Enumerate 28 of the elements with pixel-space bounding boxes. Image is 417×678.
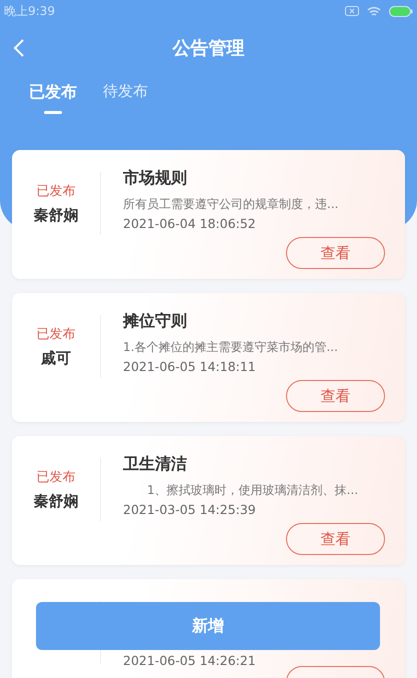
add-button[interactable]: 新增: [36, 602, 380, 650]
author-name: 秦舒娴: [34, 206, 78, 225]
status-time: 晚上9:39: [4, 2, 55, 20]
notice-date: 2021-06-05 14:26:21: [123, 653, 257, 668]
notice-title: 摊位守则: [123, 311, 188, 332]
view-button[interactable]: 查看: [286, 380, 385, 412]
notice-summary: 1.各个摊位的摊主需要遵守菜市场的管...: [123, 339, 339, 356]
status-label: 已发布: [36, 183, 76, 200]
view-button[interactable]: 查看: [286, 523, 385, 555]
notice-date: 2021-06-05 14:18:11: [123, 359, 257, 374]
author-name: 秦舒娴: [34, 492, 78, 511]
tab[interactable]: 已发布: [29, 82, 77, 122]
tab[interactable]: 待发布: [103, 82, 148, 122]
view-button[interactable]: 查看: [286, 237, 385, 269]
notice-date: 2021-06-04 18:06:52: [123, 216, 257, 231]
page-title: 公告管理: [172, 37, 244, 60]
back-icon[interactable]: [13, 38, 25, 58]
notice-date: 2021-03-05 14:25:39: [123, 502, 257, 517]
wifi-icon: [367, 6, 381, 16]
status-label: 已发布: [36, 326, 76, 343]
notice-title: 市场规则: [123, 168, 188, 189]
author-name: 戚可: [41, 349, 71, 368]
notice-title: 卫生清洁: [123, 454, 188, 475]
notification-icon: [345, 6, 359, 16]
battery-icon: [389, 6, 413, 16]
notice-summary: 所有员工需要遵守公司的规章制度，违...: [123, 196, 340, 213]
status-label: 已发布: [36, 469, 76, 486]
notice-summary: 1、擦拭玻璃时，使用玻璃清洁剂、抹...: [146, 482, 360, 499]
